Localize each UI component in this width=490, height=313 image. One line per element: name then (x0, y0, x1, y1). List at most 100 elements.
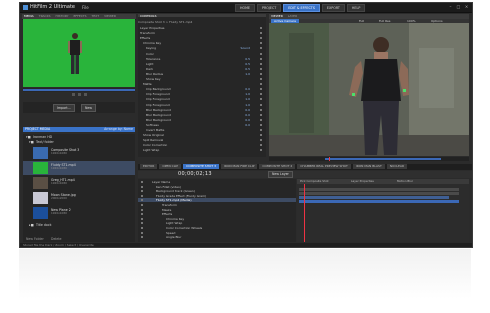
import-button[interactable]: Import... (53, 104, 75, 112)
layer-row[interactable]: Light Wrap (138, 221, 296, 225)
visibility-icon[interactable] (141, 208, 143, 211)
layer-row[interactable]: Ken Fillet (video) (138, 185, 296, 189)
layer-row[interactable]: Background track (Green) (138, 189, 296, 193)
visibility-icon[interactable] (141, 204, 143, 206)
list-item[interactable]: Composite Shot 3 1920x1080 (23, 146, 135, 160)
delete-button[interactable]: Delete (51, 237, 61, 241)
control-value[interactable]: 1.0 (245, 92, 250, 96)
new-button[interactable]: New (81, 104, 96, 112)
keyframe-icon[interactable] (260, 134, 262, 137)
control-value[interactable]: 1.0 (245, 103, 250, 107)
list-item[interactable]: New Plane 2 1920x1080 (23, 206, 135, 220)
tab-chamber-preview[interactable]: CHAMBER REAL PREVIEW SHOT (297, 164, 351, 169)
visibility-icon[interactable] (141, 213, 143, 216)
new-layer-button[interactable]: New Layer (268, 171, 293, 178)
keyframe-icon[interactable] (260, 139, 262, 142)
keyframe-icon[interactable] (260, 67, 262, 70)
list-item[interactable]: Greg_HT1.mp4 1920x1080 (23, 176, 135, 190)
stop-icon[interactable] (77, 93, 81, 96)
keyframe-icon[interactable] (260, 47, 262, 50)
tab-open-clip[interactable]: OPEN CLIP (159, 164, 182, 169)
keyframe-icon[interactable] (260, 37, 262, 40)
control-row[interactable]: Light Wrap (138, 148, 266, 152)
control-value[interactable]: 0.0 (245, 87, 250, 91)
control-row[interactable]: Effects (138, 36, 266, 40)
control-row[interactable]: Layer Properties (138, 26, 266, 30)
list-item[interactable]: Moon Stone.jpg 2000x2000 (23, 191, 135, 205)
tab-nuclear[interactable]: NUCLEAR (386, 164, 408, 169)
viewer-canvas[interactable] (269, 23, 469, 156)
tab-editor[interactable]: EDITOR (140, 164, 158, 169)
keyframe-icon[interactable] (260, 72, 262, 75)
layer-row[interactable]: Effects (138, 212, 296, 216)
control-row[interactable]: Dark 0.5 (138, 67, 266, 71)
control-row[interactable]: Spill Removal (138, 138, 266, 142)
layer-row[interactable]: Layer Name (138, 180, 296, 184)
control-value[interactable]: Sound (241, 46, 250, 50)
folder-row[interactable]: ▸■ Title dock (23, 223, 135, 227)
visibility-icon[interactable] (141, 190, 143, 193)
visibility-icon[interactable] (141, 231, 143, 234)
keyframe-icon[interactable] (260, 57, 262, 60)
control-row[interactable]: Chroma Key (138, 41, 266, 45)
control-value[interactable]: 0.0 (245, 123, 250, 127)
keyframe-icon[interactable] (260, 52, 262, 55)
control-row[interactable]: Blur Background 0.0 (138, 113, 266, 117)
timecode-display[interactable]: 00;00;02;13 (178, 171, 212, 178)
keyframe-icon[interactable] (260, 108, 262, 111)
layer-row[interactable]: Angle Blur (138, 235, 296, 239)
visibility-icon[interactable] (141, 185, 143, 188)
control-row[interactable]: Keying Sound (138, 46, 266, 50)
keyframe-icon[interactable] (260, 42, 262, 45)
track-bar[interactable] (299, 188, 459, 191)
visibility-icon[interactable] (141, 227, 143, 229)
keyframe-icon[interactable] (260, 113, 262, 116)
keyframe-icon[interactable] (260, 78, 262, 80)
viewer-timeline[interactable] (269, 157, 469, 161)
layer-row[interactable]: Speed (138, 231, 296, 235)
tab-home[interactable]: HOME (235, 4, 256, 12)
control-value[interactable]: 0.5 (245, 57, 250, 61)
playhead[interactable] (329, 157, 330, 161)
timeline-ruler[interactable]: Pick Composite Shot Layer Properties Mot… (297, 179, 469, 184)
layer-row[interactable]: Chroma Key (138, 217, 296, 221)
keyframe-icon[interactable] (260, 62, 262, 65)
control-row[interactable]: Softness 0.0 (138, 123, 266, 127)
control-value[interactable]: 0.0 (245, 118, 250, 122)
control-row[interactable]: Blur Radius 1.0 (138, 72, 266, 76)
new-folder-button[interactable]: New Folder (26, 237, 44, 241)
visibility-icon[interactable] (141, 194, 143, 197)
keyframe-icon[interactable] (260, 88, 262, 91)
preview-scrubber[interactable] (23, 88, 135, 92)
file-menu[interactable]: File (82, 4, 89, 11)
folder-row[interactable]: ▾■ Text/ folder (23, 140, 135, 144)
visibility-icon[interactable] (141, 236, 143, 239)
tab-edit-effects[interactable]: EDIT & EFFECTS (283, 4, 320, 12)
tab-composite-shot-3[interactable]: COMPOSITE SHOT 3 (183, 164, 220, 169)
keyframe-icon[interactable] (260, 83, 262, 86)
keyframe-icon[interactable] (260, 98, 262, 101)
tab-iron-man-blast[interactable]: IRON MAN BLAST (352, 164, 385, 169)
control-row[interactable]: Color Correction (138, 143, 266, 147)
tab-export[interactable]: EXPORT (321, 4, 345, 12)
control-row[interactable]: Clip Foreground 1.0 (138, 92, 266, 96)
maximize-icon[interactable]: □ (456, 4, 461, 9)
arrange-by[interactable]: Arrange by: Name (104, 127, 133, 132)
visibility-icon[interactable] (141, 181, 143, 183)
folder-row[interactable]: ▾■ Ironman HD (23, 135, 135, 139)
control-row[interactable]: Clip Background 0.0 (138, 87, 266, 91)
visibility-icon[interactable] (141, 199, 143, 202)
keyframe-icon[interactable] (260, 32, 262, 35)
list-item[interactable]: Fluidy ST1.mp4 1920x1080 (23, 161, 135, 175)
control-row[interactable]: Invert Matte (138, 128, 266, 132)
control-value[interactable]: 0.5 (245, 67, 250, 71)
layer-row[interactable]: Fluidy ST1.mp4 (Media) (138, 198, 296, 203)
control-value[interactable]: 0.0 (245, 113, 250, 117)
control-value[interactable]: 0.5 (245, 62, 250, 66)
tab-iron-man-fire-clip[interactable]: IRON MAN FIRE CLIP (221, 164, 258, 169)
control-value[interactable]: 1.0 (245, 72, 250, 76)
keyframe-icon[interactable] (260, 27, 262, 29)
control-row[interactable]: Blur Background 0.0 (138, 108, 266, 112)
keyframe-icon[interactable] (260, 118, 262, 121)
tab-help[interactable]: HELP (346, 4, 366, 12)
